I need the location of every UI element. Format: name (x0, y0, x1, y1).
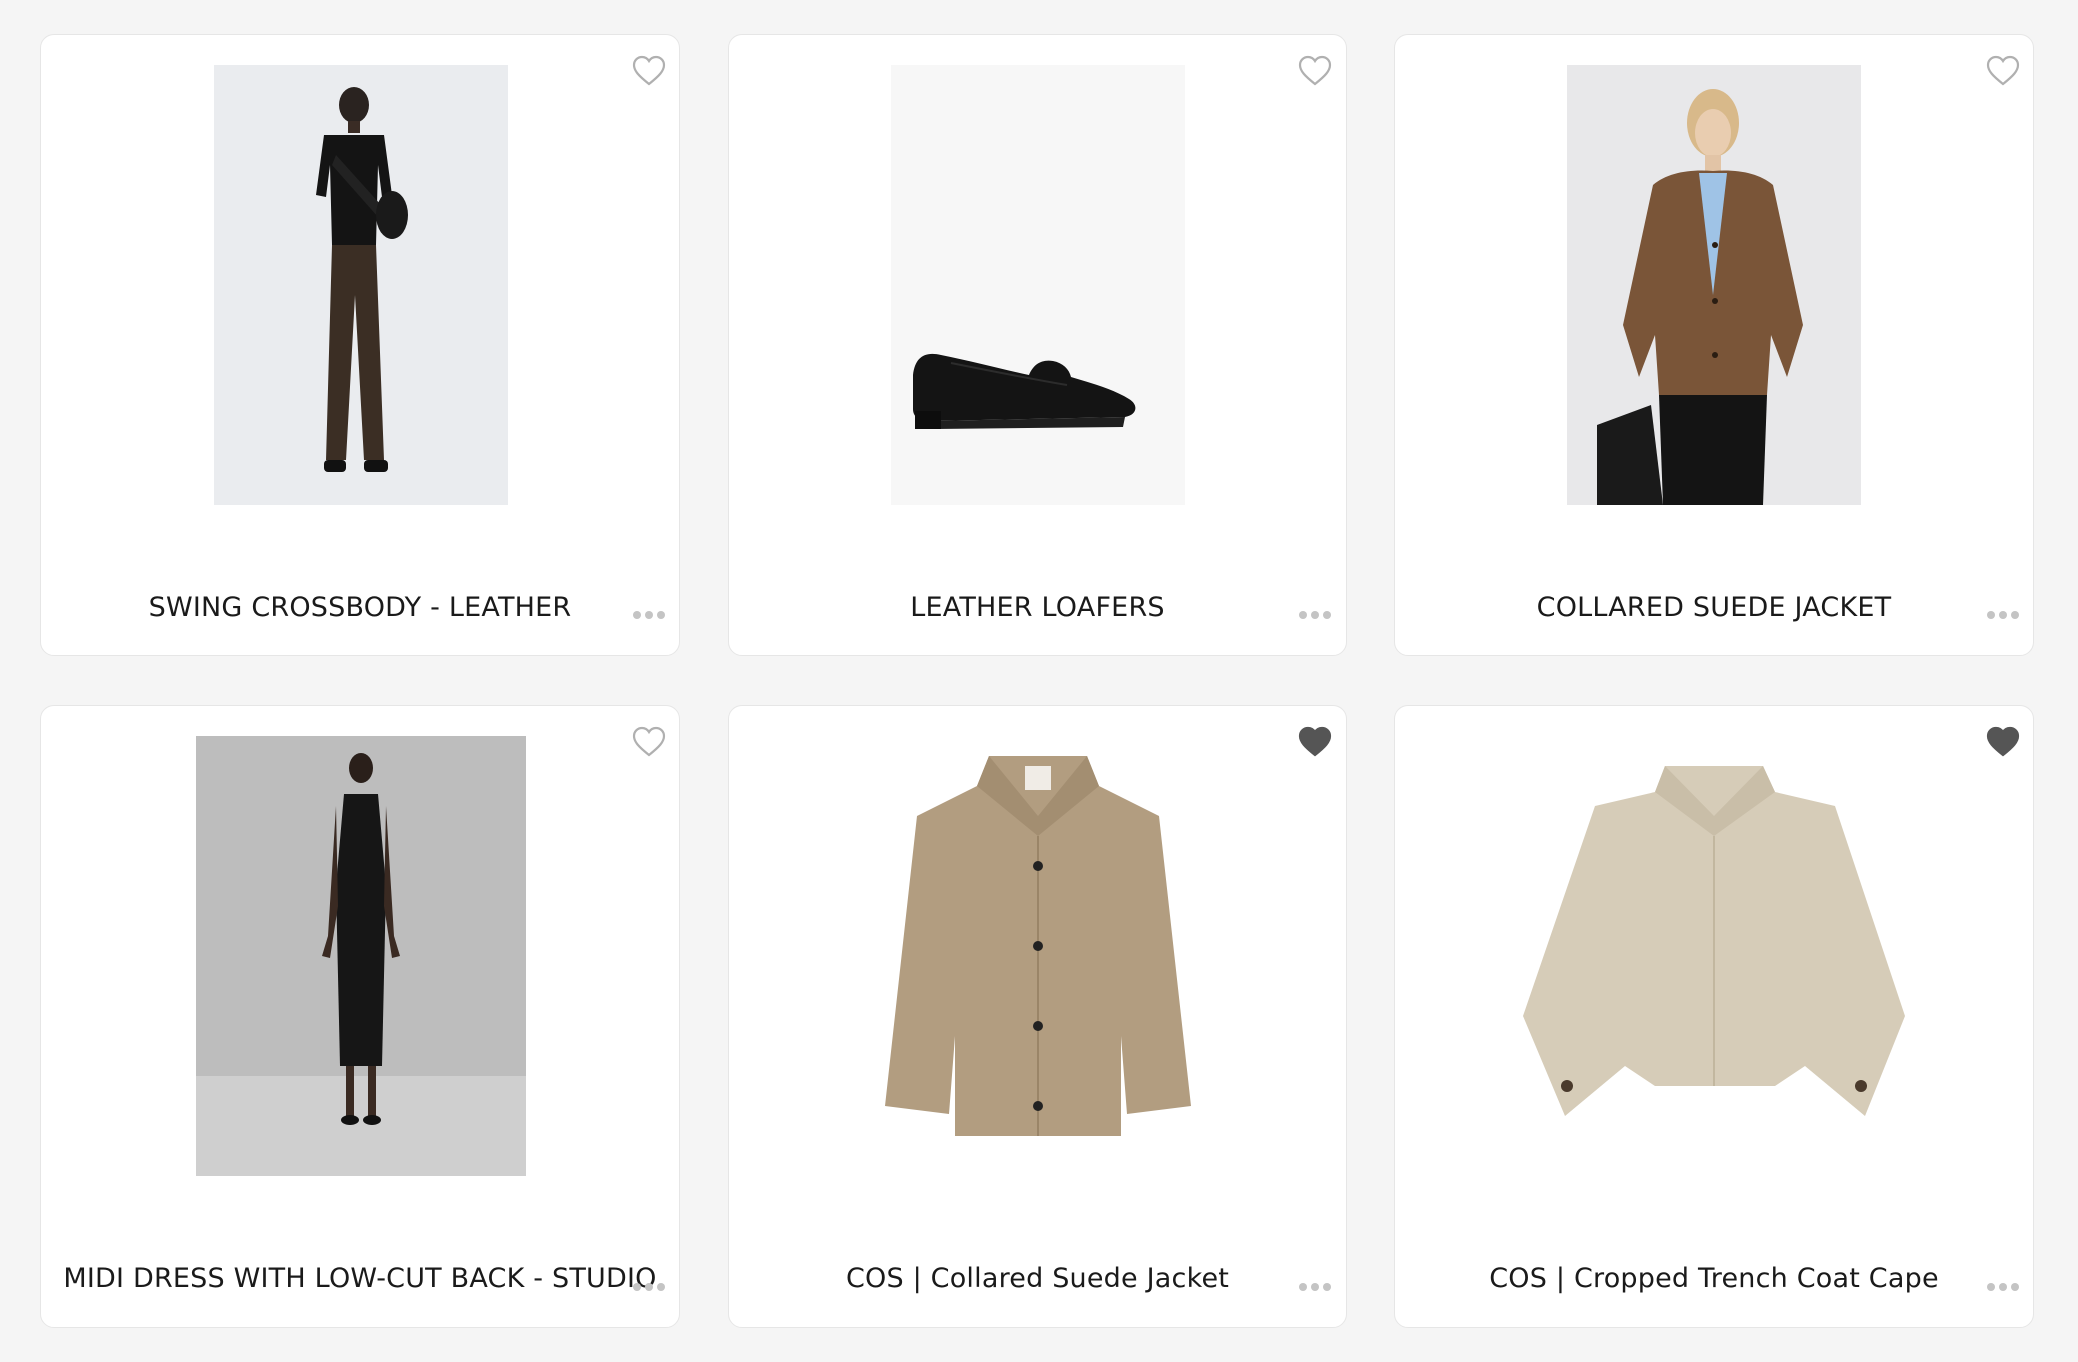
heart-filled-icon[interactable] (1986, 726, 2020, 758)
product-image[interactable] (214, 65, 508, 505)
product-card[interactable]: COS | Collared Suede Jacket (728, 705, 1347, 1328)
more-dots-icon[interactable] (1987, 609, 2019, 621)
more-dots-icon[interactable] (1987, 1281, 2019, 1293)
product-image[interactable] (1567, 65, 1861, 505)
product-grid: SWING CROSSBODY - LEATHER LEATHER LOAFER… (0, 0, 2078, 1362)
more-dots-icon[interactable] (633, 609, 665, 621)
product-image[interactable] (891, 65, 1185, 505)
product-title[interactable]: SWING CROSSBODY - LEATHER (41, 592, 679, 623)
product-image[interactable] (859, 736, 1217, 1176)
product-card[interactable]: COLLARED SUEDE JACKET (1394, 34, 2034, 656)
product-card[interactable]: COS | Cropped Trench Coat Cape (1394, 705, 2034, 1328)
product-title[interactable]: COS | Collared Suede Jacket (729, 1263, 1346, 1294)
product-card[interactable]: MIDI DRESS WITH LOW-CUT BACK - STUDIO (40, 705, 680, 1328)
product-title[interactable]: MIDI DRESS WITH LOW-CUT BACK - STUDIO (41, 1263, 679, 1294)
more-dots-icon[interactable] (1299, 609, 1331, 621)
heart-outline-icon[interactable] (632, 55, 666, 87)
heart-filled-icon[interactable] (1298, 726, 1332, 758)
heart-outline-icon[interactable] (1298, 55, 1332, 87)
heart-outline-icon[interactable] (632, 726, 666, 758)
product-title[interactable]: COLLARED SUEDE JACKET (1395, 592, 2033, 623)
product-card[interactable]: LEATHER LOAFERS (728, 34, 1347, 656)
product-image[interactable] (1505, 736, 1923, 1176)
product-card[interactable]: SWING CROSSBODY - LEATHER (40, 34, 680, 656)
heart-outline-icon[interactable] (1986, 55, 2020, 87)
more-dots-icon[interactable] (633, 1281, 665, 1293)
product-title[interactable]: COS | Cropped Trench Coat Cape (1395, 1263, 2033, 1294)
more-dots-icon[interactable] (1299, 1281, 1331, 1293)
product-title[interactable]: LEATHER LOAFERS (729, 592, 1346, 623)
product-image[interactable] (196, 736, 526, 1176)
